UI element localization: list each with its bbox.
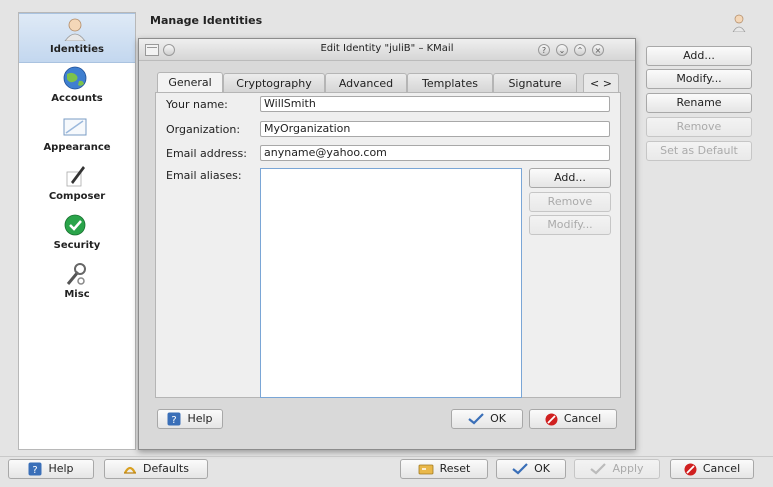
help-button[interactable]: ? Help bbox=[8, 459, 94, 479]
svg-text:?: ? bbox=[33, 465, 38, 476]
reset-label: Reset bbox=[439, 462, 471, 475]
ok-label: OK bbox=[534, 462, 550, 475]
tab-bar: General Cryptography Advanced Templates … bbox=[157, 72, 621, 94]
modify-alias-button[interactable]: Modify... bbox=[529, 215, 611, 235]
defaults-label: Defaults bbox=[143, 462, 189, 475]
ok-button[interactable]: OK bbox=[496, 459, 566, 479]
organization-field[interactable]: MyOrganization bbox=[260, 121, 610, 137]
tab-templates[interactable]: Templates bbox=[407, 73, 493, 93]
cancel-label: Cancel bbox=[702, 462, 741, 475]
page-title: Manage Identities bbox=[150, 14, 263, 27]
tab-cryptography[interactable]: Cryptography bbox=[223, 73, 325, 93]
edit-identity-dialog: Edit Identity "juliB" – KMail ? ⌄ ⌃ × Ge… bbox=[138, 38, 636, 450]
dialog-ok-button[interactable]: OK bbox=[451, 409, 523, 429]
sidebar-item-label: Accounts bbox=[51, 93, 103, 104]
remove-alias-button[interactable]: Remove bbox=[529, 192, 611, 212]
checkmark-icon bbox=[512, 463, 528, 475]
appearance-icon bbox=[63, 118, 87, 136]
sidebar: Identities Accounts Appearance Composer … bbox=[18, 12, 136, 450]
email-aliases-label: Email aliases: bbox=[166, 169, 242, 182]
sidebar-item-label: Appearance bbox=[43, 142, 111, 153]
sidebar-item-identities[interactable]: Identities bbox=[19, 13, 135, 63]
sidebar-item-label: Security bbox=[53, 240, 101, 251]
dialog-ok-label: OK bbox=[490, 412, 506, 425]
dialog-cancel-button[interactable]: Cancel bbox=[529, 409, 617, 429]
help-titlebar-icon[interactable]: ? bbox=[538, 44, 550, 56]
sidebar-item-accounts[interactable]: Accounts bbox=[19, 63, 135, 111]
dialog-cancel-label: Cancel bbox=[563, 412, 602, 425]
reset-button[interactable]: Reset bbox=[400, 459, 488, 479]
name-field[interactable]: WillSmith bbox=[260, 96, 610, 112]
name-label: Your name: bbox=[166, 98, 228, 111]
defaults-button[interactable]: Defaults bbox=[104, 459, 208, 479]
dialog-titlebar: Edit Identity "juliB" – KMail ? ⌄ ⌃ × bbox=[139, 39, 635, 61]
cancel-button[interactable]: Cancel bbox=[670, 459, 754, 479]
apply-button[interactable]: Apply bbox=[574, 459, 660, 479]
tab-signature[interactable]: Signature bbox=[493, 73, 577, 93]
wrench-icon bbox=[66, 263, 86, 285]
reset-icon bbox=[418, 464, 434, 475]
sidebar-item-label: Misc bbox=[64, 289, 90, 300]
organization-label: Organization: bbox=[166, 123, 241, 136]
cancel-icon bbox=[684, 463, 697, 475]
shield-icon bbox=[64, 214, 86, 236]
checkmark-icon bbox=[468, 413, 484, 425]
tab-advanced[interactable]: Advanced bbox=[325, 73, 407, 93]
rename-identity-button[interactable]: Rename bbox=[646, 93, 752, 113]
add-identity-button[interactable]: Add... bbox=[646, 46, 752, 66]
help-icon: ? bbox=[28, 462, 42, 476]
pen-icon bbox=[66, 166, 85, 187]
identity-avatar-icon bbox=[732, 14, 746, 32]
sidebar-item-security[interactable]: Security bbox=[19, 210, 135, 258]
tab-general[interactable]: General bbox=[157, 72, 223, 94]
svg-text:?: ? bbox=[172, 415, 177, 426]
sidebar-item-appearance[interactable]: Appearance bbox=[19, 112, 135, 160]
email-aliases-list[interactable] bbox=[260, 168, 522, 398]
help-icon: ? bbox=[167, 412, 181, 426]
identities-icon bbox=[64, 18, 86, 41]
dialog-help-label: Help bbox=[187, 412, 213, 425]
cancel-icon bbox=[545, 413, 558, 425]
close-icon[interactable]: × bbox=[592, 44, 604, 56]
minimize-icon[interactable]: ⌄ bbox=[556, 44, 568, 56]
footer-divider bbox=[0, 456, 773, 457]
globe-icon bbox=[63, 66, 87, 90]
general-tab-panel: Your name: WillSmith Organization: MyOrg… bbox=[155, 92, 621, 398]
email-field[interactable]: anyname@yahoo.com bbox=[260, 145, 610, 161]
sidebar-item-label: Identities bbox=[50, 44, 104, 55]
sidebar-item-label: Composer bbox=[48, 191, 106, 202]
maximize-icon[interactable]: ⌃ bbox=[574, 44, 586, 56]
sidebar-item-misc[interactable]: Misc bbox=[19, 259, 135, 307]
sidebar-item-composer[interactable]: Composer bbox=[19, 161, 135, 209]
apply-label: Apply bbox=[612, 462, 644, 475]
help-label: Help bbox=[48, 462, 74, 475]
tab-scroll-arrows[interactable]: < > bbox=[583, 73, 619, 93]
defaults-icon bbox=[124, 466, 137, 474]
checkmark-icon bbox=[590, 463, 607, 475]
email-label: Email address: bbox=[166, 147, 247, 160]
remove-identity-button[interactable]: Remove bbox=[646, 117, 752, 137]
modify-identity-button[interactable]: Modify... bbox=[646, 69, 752, 89]
set-default-button[interactable]: Set as Default bbox=[646, 141, 752, 161]
dialog-help-button[interactable]: ? Help bbox=[157, 409, 223, 429]
add-alias-button[interactable]: Add... bbox=[529, 168, 611, 188]
